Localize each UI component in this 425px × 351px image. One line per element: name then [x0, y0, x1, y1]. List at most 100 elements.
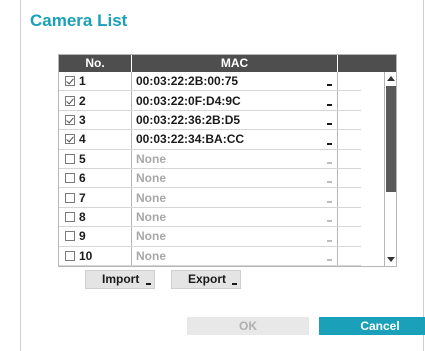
cell-extra: [338, 208, 361, 226]
edit-marker-icon: [327, 258, 332, 261]
row-checkbox[interactable]: [65, 76, 75, 87]
mac-value: None: [136, 248, 166, 263]
export-menu-icon: [232, 283, 237, 285]
row-checkbox[interactable]: [65, 231, 75, 242]
mac-field[interactable]: 00:03:22:36:2B:D5: [132, 110, 338, 130]
edit-marker-icon: [327, 239, 332, 242]
table-row[interactable]: 4 00:03:22:34:BA:CC: [59, 130, 361, 150]
import-button[interactable]: Import: [85, 270, 155, 289]
table-row[interactable]: 10 None: [59, 246, 361, 266]
mac-field[interactable]: None: [132, 246, 338, 265]
row-checkbox[interactable]: [65, 153, 75, 164]
mac-field[interactable]: 00:03:22:2B:00:75: [132, 72, 338, 91]
cell-no: 7: [59, 188, 132, 207]
row-checkbox[interactable]: [65, 211, 75, 222]
mac-value: None: [136, 229, 166, 244]
row-checkbox[interactable]: [65, 114, 75, 125]
cell-no: 10: [59, 246, 132, 265]
cell-no: 5: [59, 149, 132, 168]
edit-marker-icon: [327, 220, 332, 223]
mac-field[interactable]: 00:03:22:34:BA:CC: [132, 130, 338, 149]
cell-no: 9: [59, 227, 132, 246]
cell-extra: [338, 91, 361, 109]
vertical-scrollbar[interactable]: [384, 72, 396, 266]
table-header: No. MAC: [59, 55, 396, 72]
mac-value: None: [136, 171, 166, 186]
cell-no: 8: [59, 207, 132, 227]
edit-marker-icon: [327, 103, 332, 106]
cell-extra: [338, 72, 361, 90]
cell-extra: [338, 150, 361, 168]
export-button-label: Export: [188, 272, 227, 286]
table-row[interactable]: 2 00:03:22:0F:D4:9C: [59, 91, 361, 111]
ok-button[interactable]: OK: [187, 317, 309, 335]
import-menu-icon: [146, 283, 151, 285]
dialog-title: Camera List: [30, 11, 128, 30]
table-row[interactable]: 3 00:03:22:36:2B:D5: [59, 110, 361, 131]
row-number: 8: [79, 209, 86, 224]
import-button-label: Import: [102, 272, 140, 286]
row-number: 1: [79, 74, 86, 89]
camera-list-dialog: Camera List No. MAC 1 00:03:22:2B:00:75 2 0…: [20, 0, 425, 351]
cell-extra: [338, 227, 361, 245]
edit-marker-icon: [327, 200, 332, 203]
mac-field[interactable]: None: [132, 168, 338, 188]
scroll-up-icon[interactable]: [386, 74, 396, 83]
row-number: 2: [79, 93, 86, 108]
column-header-mac: MAC: [132, 55, 338, 72]
edit-marker-icon: [327, 84, 332, 87]
row-number: 7: [79, 190, 86, 205]
export-button[interactable]: Export: [171, 270, 241, 289]
table-row[interactable]: 1 00:03:22:2B:00:75: [59, 72, 361, 92]
cell-extra: [338, 188, 361, 206]
mac-value: 00:03:22:34:BA:CC: [136, 132, 245, 147]
cancel-button[interactable]: Cancel: [319, 317, 425, 335]
cell-no: 2: [59, 91, 132, 110]
mac-value: None: [136, 209, 166, 224]
scroll-thumb[interactable]: [386, 86, 396, 192]
cell-no: 3: [59, 110, 132, 130]
row-number: 9: [79, 229, 86, 244]
cell-no: 6: [59, 168, 132, 188]
column-header-no: No.: [59, 55, 132, 72]
mac-field[interactable]: None: [132, 149, 338, 168]
row-checkbox[interactable]: [65, 95, 75, 106]
edit-marker-icon: [327, 123, 332, 126]
cell-extra: [338, 130, 361, 148]
scroll-down-icon[interactable]: [386, 255, 396, 264]
row-checkbox[interactable]: [65, 250, 75, 261]
table-row[interactable]: 8 None: [59, 207, 361, 228]
table-row[interactable]: 9 None: [59, 227, 361, 247]
table-row[interactable]: 7 None: [59, 188, 361, 208]
cell-extra: [338, 111, 361, 129]
row-number: 4: [79, 132, 86, 147]
row-number: 3: [79, 112, 86, 127]
camera-table: No. MAC 1 00:03:22:2B:00:75 2 00:03:22:0F:D…: [58, 54, 397, 267]
edit-marker-icon: [327, 142, 332, 145]
cell-no: 1: [59, 72, 132, 91]
edit-marker-icon: [327, 181, 332, 184]
row-checkbox[interactable]: [65, 134, 75, 145]
row-checkbox[interactable]: [65, 173, 75, 184]
mac-field[interactable]: None: [132, 227, 338, 246]
table-body: 1 00:03:22:2B:00:75 2 00:03:22:0F:D4:9C 3 00:…: [59, 72, 361, 266]
mac-field[interactable]: None: [132, 207, 338, 227]
cell-no: 4: [59, 130, 132, 149]
table-row[interactable]: 6 None: [59, 168, 361, 189]
mac-value: None: [136, 190, 166, 205]
cell-extra: [338, 169, 361, 187]
row-checkbox[interactable]: [65, 192, 75, 203]
mac-value: 00:03:22:0F:D4:9C: [136, 93, 241, 108]
mac-value: 00:03:22:36:2B:D5: [136, 112, 241, 127]
row-number: 10: [79, 248, 93, 263]
mac-field[interactable]: None: [132, 188, 338, 207]
edit-marker-icon: [327, 161, 332, 164]
mac-value: None: [136, 151, 166, 166]
row-number: 6: [79, 171, 86, 186]
mac-value: 00:03:22:2B:00:75: [136, 74, 239, 89]
mac-field[interactable]: 00:03:22:0F:D4:9C: [132, 91, 338, 110]
column-header-extra: [338, 55, 396, 72]
row-number: 5: [79, 151, 86, 166]
cell-extra: [338, 247, 361, 265]
table-row[interactable]: 5 None: [59, 149, 361, 169]
